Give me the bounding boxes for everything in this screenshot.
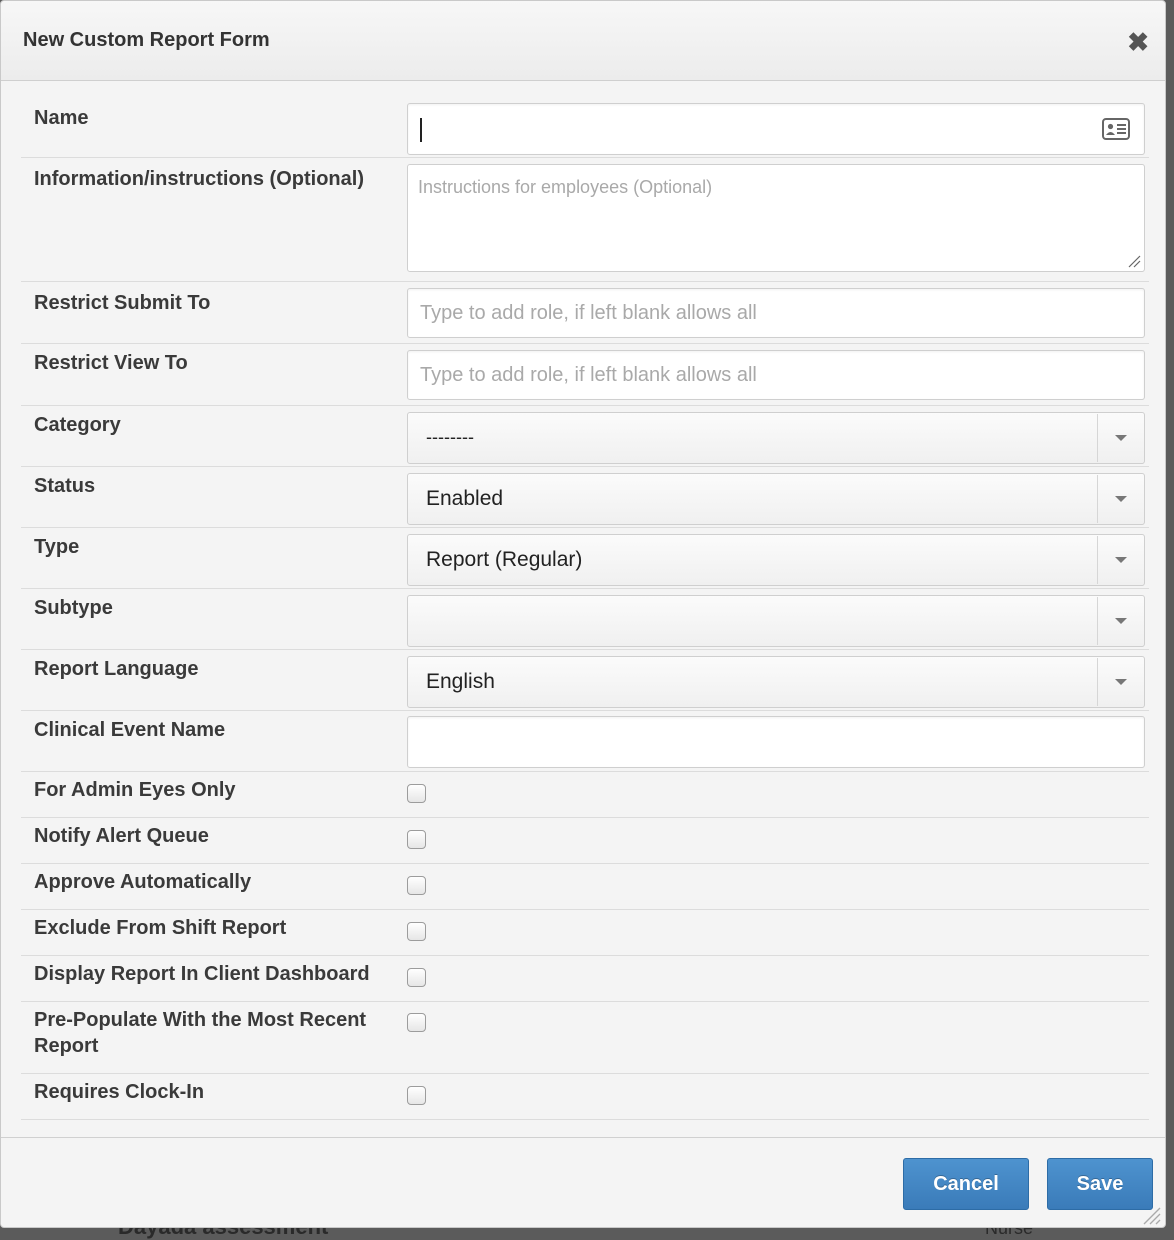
checkbox-row: Display Report In Client Dashboard	[21, 956, 1149, 1002]
subtype-row: Subtype	[21, 589, 1149, 650]
close-icon[interactable]: ✖	[1127, 29, 1149, 55]
select-divider	[1097, 414, 1098, 462]
cancel-button[interactable]: Cancel	[903, 1158, 1029, 1210]
name-input[interactable]	[407, 103, 1145, 155]
category-row: Category --------	[21, 406, 1149, 467]
status-select[interactable]: Enabled	[407, 473, 1145, 525]
type-label: Type	[34, 536, 80, 558]
clinical-event-label: Clinical Event Name	[34, 719, 226, 741]
new-custom-report-form-dialog: New Custom Report Form ✖ Name Informatio…	[0, 0, 1166, 1228]
status-label: Status	[34, 475, 96, 497]
report-language-selected-value: English	[426, 670, 495, 693]
chevron-down-icon[interactable]	[1115, 496, 1127, 502]
resize-grip-icon[interactable]	[1127, 254, 1141, 268]
checkbox-label: For Admin Eyes Only	[34, 779, 236, 801]
name-row: Name	[21, 97, 1149, 158]
clinical-event-row: Clinical Event Name	[21, 711, 1149, 772]
save-button[interactable]: Save	[1047, 1158, 1153, 1210]
notify-alert-queue-checkbox[interactable]	[407, 830, 426, 849]
status-selected-value: Enabled	[426, 487, 504, 510]
select-divider	[1097, 658, 1098, 706]
restrict-view-input[interactable]: Type to add role, if left blank allows a…	[407, 350, 1145, 400]
name-label: Name	[34, 107, 89, 129]
information-row: Information/instructions (Optional) Inst…	[21, 158, 1149, 282]
checkbox-label: Exclude From Shift Report	[34, 917, 287, 939]
report-language-row: Report Language English	[21, 650, 1149, 711]
chevron-down-icon[interactable]	[1115, 435, 1127, 441]
restrict-submit-row: Restrict Submit To Type to add role, if …	[21, 282, 1149, 344]
select-divider	[1097, 475, 1098, 523]
checkbox-row: Exclude From Shift Report	[21, 910, 1149, 956]
checkbox-row: For Admin Eyes Only	[21, 772, 1149, 818]
modal-footer: Cancel Save	[1, 1137, 1165, 1229]
checkbox-label-line1: Pre-Populate With the Most Recent	[34, 1009, 367, 1031]
contact-card-icon[interactable]	[1102, 117, 1130, 141]
modal-title: New Custom Report Form	[23, 29, 270, 51]
type-row: Type Report (Regular)	[21, 528, 1149, 589]
display-in-client-dashboard-checkbox[interactable]	[407, 968, 426, 987]
requires-clock-in-checkbox[interactable]	[407, 1086, 426, 1105]
type-select[interactable]: Report (Regular)	[407, 534, 1145, 586]
exclude-from-shift-report-checkbox[interactable]	[407, 922, 426, 941]
select-divider	[1097, 597, 1098, 645]
category-selected-value: --------	[426, 427, 474, 447]
checkbox-label: Requires Clock-In	[34, 1081, 205, 1103]
restrict-view-label: Restrict View To	[34, 352, 188, 374]
category-select[interactable]: --------	[407, 412, 1145, 464]
admin-eyes-only-checkbox[interactable]	[407, 784, 426, 803]
text-caret	[420, 118, 422, 142]
chevron-down-icon[interactable]	[1115, 679, 1127, 685]
status-row: Status Enabled	[21, 467, 1149, 528]
subtype-select[interactable]	[407, 595, 1145, 647]
checkbox-row: Requires Clock-In	[21, 1074, 1149, 1120]
checkbox-label: Notify Alert Queue	[34, 825, 209, 847]
report-language-select[interactable]: English	[407, 656, 1145, 708]
pre-populate-checkbox[interactable]	[407, 1013, 426, 1032]
restrict-submit-label: Restrict Submit To	[34, 292, 211, 314]
information-placeholder: Instructions for employees (Optional)	[418, 177, 713, 197]
restrict-submit-placeholder: Type to add role, if left blank allows a…	[420, 302, 757, 324]
restrict-view-row: Restrict View To Type to add role, if le…	[21, 344, 1149, 406]
restrict-submit-input[interactable]: Type to add role, if left blank allows a…	[407, 288, 1145, 338]
checkbox-label-line2: Report	[34, 1035, 99, 1057]
checkbox-label: Approve Automatically	[34, 871, 252, 893]
clinical-event-input[interactable]	[407, 716, 1145, 768]
information-label: Information/instructions (Optional)	[34, 168, 364, 190]
checkbox-row: Approve Automatically	[21, 864, 1149, 910]
dialog-resize-grip-icon[interactable]	[1141, 1205, 1161, 1225]
type-selected-value: Report (Regular)	[426, 548, 583, 571]
select-divider	[1097, 536, 1098, 584]
report-form: Name Information/instructions (Optional)…	[21, 97, 1149, 1120]
information-textarea[interactable]: Instructions for employees (Optional)	[407, 164, 1145, 272]
modal-header: New Custom Report Form ✖	[1, 1, 1165, 81]
chevron-down-icon[interactable]	[1115, 618, 1127, 624]
checkbox-label: Display Report In Client Dashboard	[34, 963, 370, 985]
restrict-view-placeholder: Type to add role, if left blank allows a…	[420, 364, 757, 386]
checkbox-label: Pre-Populate With the Most Recent Report	[34, 1007, 366, 1059]
checkbox-row: Notify Alert Queue	[21, 818, 1149, 864]
chevron-down-icon[interactable]	[1115, 557, 1127, 563]
category-label: Category	[34, 414, 121, 436]
subtype-label: Subtype	[34, 597, 113, 619]
report-language-label: Report Language	[34, 658, 199, 680]
checkbox-row: Pre-Populate With the Most Recent Report	[21, 1002, 1149, 1074]
approve-automatically-checkbox[interactable]	[407, 876, 426, 895]
